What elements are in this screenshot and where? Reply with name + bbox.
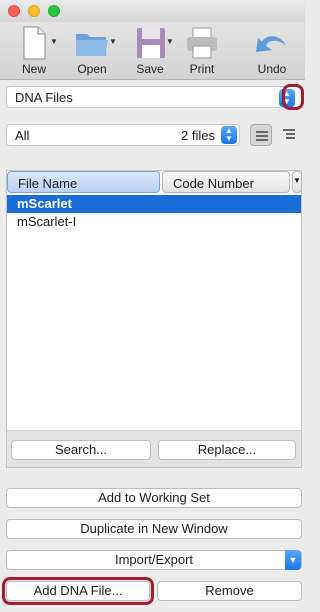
detail-view-button[interactable]	[278, 124, 300, 146]
undo-button[interactable]: Undo	[250, 24, 294, 76]
open-dropdown-icon[interactable]: ▼	[109, 37, 117, 46]
title-bar	[0, 0, 305, 22]
collection-value: DNA Files	[15, 90, 73, 105]
file-count: 2 files	[181, 128, 215, 143]
list-view-icon	[256, 131, 268, 143]
minimize-window-button[interactable]	[28, 5, 40, 17]
new-label: New	[21, 62, 46, 76]
duplicate-in-new-window-button[interactable]: Duplicate in New Window	[6, 519, 302, 539]
print-label: Print	[189, 62, 215, 76]
import-export-label: Import/Export	[114, 552, 194, 567]
import-export-popup[interactable]: Import/Export ▼	[6, 550, 302, 570]
filter-select[interactable]: All 2 files ▲ ▼	[6, 124, 240, 146]
collection-select[interactable]: DNA Files ▲ ▼	[6, 86, 302, 108]
table-row[interactable]: mScarlet	[7, 195, 301, 213]
toolbar: New ▼ Open ▼ Save ▼ Print Undo	[0, 22, 305, 80]
undo-label: Undo	[257, 62, 287, 76]
undo-arrow-icon	[250, 24, 294, 62]
printer-icon	[180, 24, 224, 62]
close-window-button[interactable]	[8, 5, 20, 17]
table-row[interactable]: mScarlet-I	[7, 213, 301, 231]
file-table: File Name Code Number ▼ mScarlet mScarle…	[6, 170, 302, 433]
zoom-window-button[interactable]	[48, 5, 60, 17]
save-dropdown-icon[interactable]: ▼	[166, 37, 174, 46]
add-to-working-set-button[interactable]: Add to Working Set	[6, 488, 302, 508]
filter-stepper-icon[interactable]: ▲ ▼	[221, 126, 237, 144]
new-button[interactable]: New	[12, 24, 56, 76]
column-header-file-name[interactable]: File Name	[7, 171, 160, 193]
detail-view-icon	[283, 129, 295, 141]
column-menu-icon[interactable]: ▼	[292, 171, 302, 193]
save-label: Save	[136, 62, 164, 76]
column-header-code-number[interactable]: Code Number	[162, 171, 290, 193]
search-button[interactable]: Search...	[11, 440, 151, 460]
open-button[interactable]: Open	[68, 24, 116, 76]
replace-button[interactable]: Replace...	[158, 440, 296, 460]
highlight-ring-collection-stepper	[282, 84, 304, 110]
highlight-ring-add-dna-file	[2, 577, 154, 605]
print-button[interactable]: Print	[180, 24, 224, 76]
chevron-down-icon: ▼	[285, 550, 301, 570]
table-footer: Search... Replace...	[6, 430, 302, 468]
list-view-button[interactable]	[250, 124, 272, 146]
open-label: Open	[77, 62, 107, 76]
remove-button[interactable]: Remove	[157, 581, 302, 601]
filter-value: All	[15, 128, 30, 143]
save-button[interactable]: Save	[128, 24, 172, 76]
new-dropdown-icon[interactable]: ▼	[50, 37, 58, 46]
